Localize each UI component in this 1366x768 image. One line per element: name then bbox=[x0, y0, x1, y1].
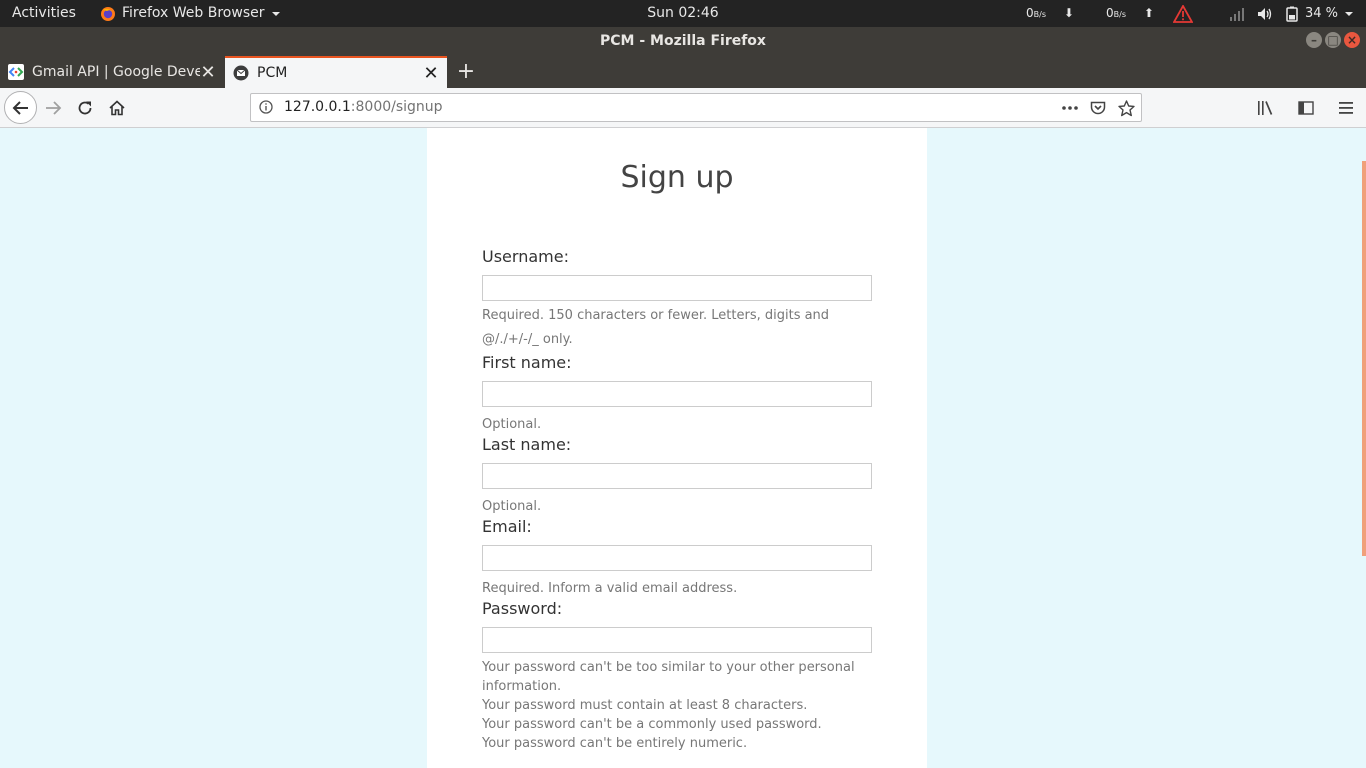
arrow-left-icon bbox=[12, 100, 28, 115]
battery-icon[interactable] bbox=[1285, 6, 1301, 22]
email-group: Email: Required. Inform a valid email ad… bbox=[482, 516, 872, 598]
app-menu[interactable]: Firefox Web Browser bbox=[100, 0, 281, 27]
reload-icon bbox=[78, 101, 92, 115]
username-label: Username: bbox=[482, 247, 569, 266]
net-down-value: 0 bbox=[1026, 6, 1034, 20]
info-icon[interactable] bbox=[259, 100, 273, 114]
close-icon[interactable]: ✕ bbox=[423, 63, 439, 84]
reload-button[interactable] bbox=[69, 92, 101, 124]
page-actions-icon[interactable] bbox=[1061, 97, 1079, 119]
url-actions bbox=[1061, 97, 1135, 119]
home-button[interactable] bbox=[101, 92, 133, 124]
app-menu-label: Firefox Web Browser bbox=[122, 5, 265, 21]
username-group: Username: Required. 150 characters or fe… bbox=[482, 246, 872, 352]
scrollbar[interactable] bbox=[1362, 161, 1366, 556]
system-menu-chevron-icon[interactable] bbox=[1344, 9, 1354, 19]
password-group: Password: Your password can't be too sim… bbox=[482, 598, 872, 753]
wifi-signal-icon[interactable] bbox=[1229, 6, 1245, 22]
username-input[interactable] bbox=[482, 275, 872, 301]
window-title-bar[interactable]: PCM - Mozilla Firefox – □ × bbox=[0, 27, 1366, 56]
clock-label[interactable]: Sun 02:46 bbox=[647, 5, 718, 21]
password-help-item: Your password can't be entirely numeric. bbox=[482, 736, 748, 751]
password-label: Password: bbox=[482, 599, 563, 618]
system-top-bar: Activities Firefox Web Browser Sun 02:46… bbox=[0, 0, 1366, 27]
first-name-label: First name: bbox=[482, 353, 572, 372]
hamburger-menu-icon[interactable] bbox=[1334, 96, 1358, 120]
network-download-indicator: 0B/s ⬇ bbox=[1026, 0, 1074, 27]
password-help-list: Your password can't be too similar to yo… bbox=[482, 658, 872, 753]
mail-icon bbox=[233, 65, 249, 81]
warning-icon[interactable] bbox=[1172, 4, 1193, 23]
tab-title: PCM bbox=[257, 65, 288, 81]
maximize-button[interactable]: □ bbox=[1325, 32, 1341, 48]
email-input[interactable] bbox=[482, 545, 872, 571]
password-help-item: Your password must contain at least 8 ch… bbox=[482, 698, 808, 713]
url-bar[interactable]: 127.0.0.1:8000/signup bbox=[250, 93, 1142, 122]
arrow-down-icon: ⬇ bbox=[1063, 6, 1074, 20]
first-name-input[interactable] bbox=[482, 381, 872, 407]
password-input[interactable] bbox=[482, 627, 872, 653]
google-developers-icon bbox=[8, 64, 24, 80]
password-help-item: Your password can't be a commonly used p… bbox=[482, 717, 822, 732]
arrow-up-icon: ⬆ bbox=[1143, 6, 1154, 20]
minimize-button[interactable]: – bbox=[1306, 32, 1322, 48]
url-host: 127.0.0.1 bbox=[284, 99, 351, 115]
forward-button[interactable] bbox=[37, 92, 69, 124]
last-name-label: Last name: bbox=[482, 435, 572, 454]
net-up-unit: B/s bbox=[1113, 10, 1126, 19]
firefox-icon bbox=[100, 6, 116, 22]
net-down-unit: B/s bbox=[1033, 10, 1046, 19]
tab-strip: Gmail API | Google Deve ✕ PCM ✕ + bbox=[0, 56, 1366, 88]
battery-percent: 34 % bbox=[1304, 6, 1338, 21]
url-path: :8000/signup bbox=[350, 99, 443, 115]
pocket-icon[interactable] bbox=[1089, 97, 1107, 119]
signup-form: Username: Required. 150 characters or fe… bbox=[482, 246, 872, 753]
volume-icon[interactable] bbox=[1257, 6, 1273, 22]
page-content: Sign up Username: Required. 150 characte… bbox=[0, 128, 1366, 768]
last-name-group: Last name: Optional. bbox=[482, 434, 872, 516]
activities-button[interactable]: Activities bbox=[12, 0, 76, 27]
navigation-toolbar: 127.0.0.1:8000/signup bbox=[0, 88, 1366, 128]
window-controls: – □ × bbox=[1306, 32, 1360, 48]
network-upload-indicator: 0B/s ⬆ bbox=[1106, 0, 1154, 27]
last-name-input[interactable] bbox=[482, 463, 872, 489]
password-help-item: Your password can't be too similar to yo… bbox=[482, 660, 855, 694]
chevron-down-icon bbox=[271, 9, 281, 19]
close-window-button[interactable]: × bbox=[1344, 32, 1360, 48]
bookmark-star-icon[interactable] bbox=[1117, 97, 1135, 119]
home-icon bbox=[109, 100, 125, 116]
sidebar-icon[interactable] bbox=[1294, 96, 1318, 120]
back-button[interactable] bbox=[4, 91, 37, 124]
new-tab-button[interactable]: + bbox=[455, 59, 477, 85]
net-up-value: 0 bbox=[1106, 6, 1114, 20]
arrow-right-icon bbox=[46, 101, 62, 115]
window-title: PCM - Mozilla Firefox bbox=[600, 33, 766, 49]
tab-gmail-api[interactable]: Gmail API | Google Deve ✕ bbox=[0, 56, 224, 88]
first-name-group: First name: Optional. bbox=[482, 352, 872, 434]
system-tray[interactable]: 34 % bbox=[1172, 0, 1354, 27]
tab-pcm[interactable]: PCM ✕ bbox=[225, 56, 447, 88]
email-label: Email: bbox=[482, 517, 532, 536]
toolbar-right bbox=[1254, 96, 1358, 120]
tab-title: Gmail API | Google Deve bbox=[32, 64, 200, 80]
signup-card: Sign up Username: Required. 150 characte… bbox=[427, 128, 927, 768]
username-help: Required. 150 characters or fewer. Lette… bbox=[482, 308, 830, 347]
close-icon[interactable]: ✕ bbox=[200, 62, 216, 83]
library-icon[interactable] bbox=[1254, 96, 1278, 120]
page-title: Sign up bbox=[620, 160, 734, 195]
url-text[interactable]: 127.0.0.1:8000/signup bbox=[284, 99, 443, 115]
